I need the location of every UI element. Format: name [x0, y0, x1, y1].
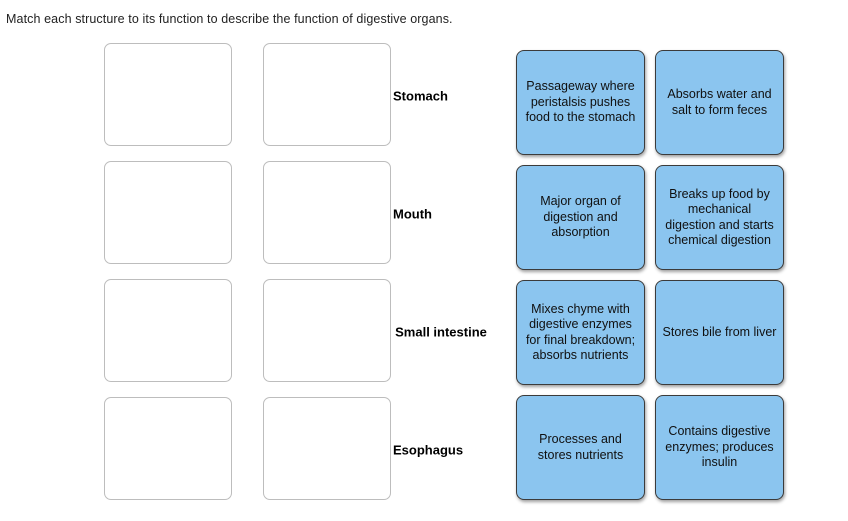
option-tile[interactable]: Processes and stores nutrients — [516, 395, 645, 500]
option-tile[interactable]: Breaks up food by mechanical digestion a… — [655, 165, 784, 270]
dropzone-esophagus[interactable] — [263, 397, 391, 500]
tile-row: Passageway where peristalsis pushes food… — [516, 50, 784, 155]
instruction-text: Match each structure to its function to … — [6, 12, 453, 26]
dropzone-liver[interactable] — [104, 279, 232, 382]
structure-label-mouth: Mouth — [393, 206, 432, 221]
dropzone-pancreas[interactable] — [104, 161, 232, 264]
option-tile[interactable]: Mixes chyme with digestive enzymes for f… — [516, 280, 645, 385]
option-tile[interactable]: Absorbs water and salt to form feces — [655, 50, 784, 155]
tile-row: Mixes chyme with digestive enzymes for f… — [516, 280, 784, 385]
option-tile[interactable]: Contains digestive enzymes; produces ins… — [655, 395, 784, 500]
dropzone-small-intestine[interactable] — [263, 279, 391, 382]
dropzone-mouth[interactable] — [263, 161, 391, 264]
dropzone-stomach[interactable] — [263, 43, 391, 146]
option-tile[interactable]: Stores bile from liver — [655, 280, 784, 385]
structure-label-small-intestine: Small intestine — [395, 324, 487, 339]
tile-row: Major organ of digestion and absorption … — [516, 165, 784, 270]
option-tile[interactable]: Major organ of digestion and absorption — [516, 165, 645, 270]
option-tiles: Passageway where peristalsis pushes food… — [516, 50, 784, 510]
dropzone-large-intestine[interactable] — [104, 43, 232, 146]
tile-row: Processes and stores nutrients Contains … — [516, 395, 784, 500]
structure-label-stomach: Stomach — [393, 88, 448, 103]
structure-label-esophagus: Esophagus — [393, 442, 464, 457]
option-tile[interactable]: Passageway where peristalsis pushes food… — [516, 50, 645, 155]
dropzone-gallbladder[interactable] — [104, 397, 232, 500]
